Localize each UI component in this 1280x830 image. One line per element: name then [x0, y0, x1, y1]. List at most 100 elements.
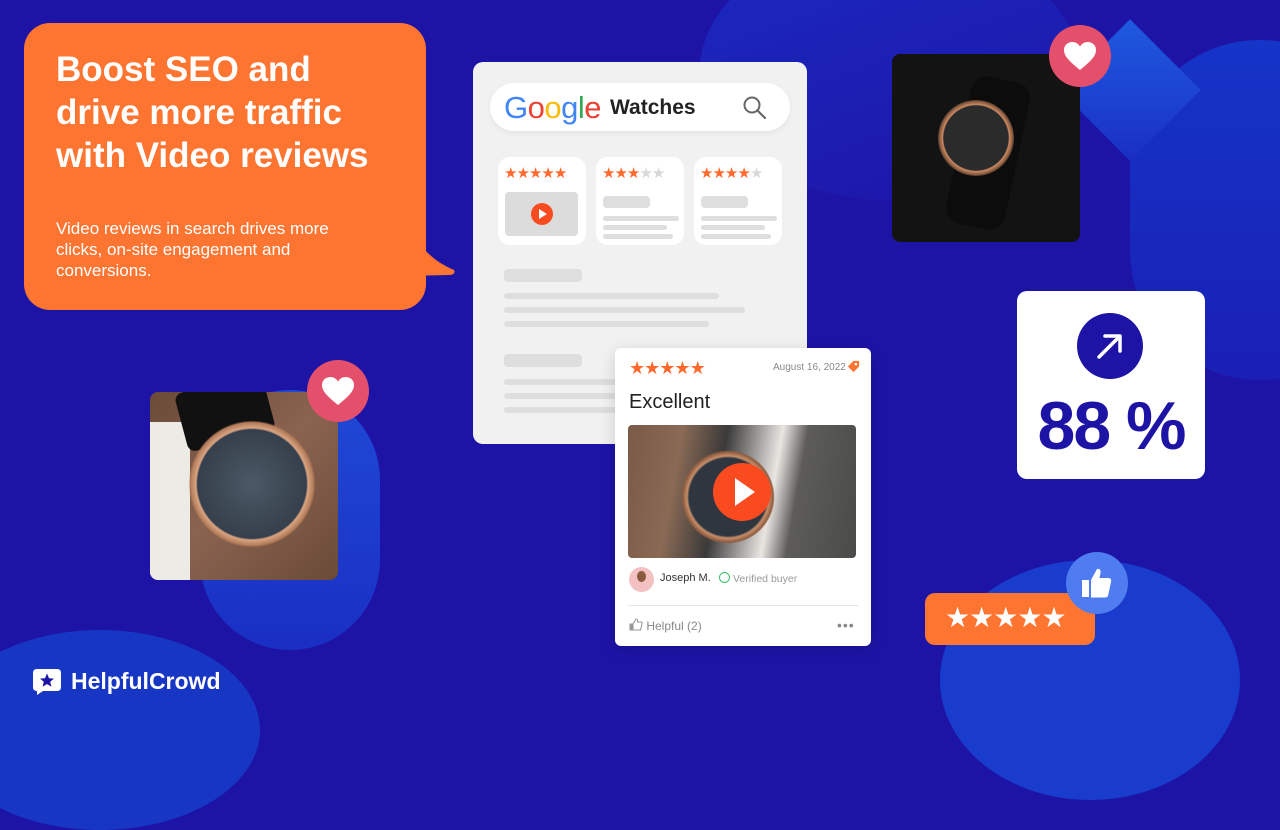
placeholder-bar — [603, 216, 679, 221]
star-empty-icon: ★ — [651, 165, 665, 182]
star-rating: ★★★★★ — [945, 601, 1067, 634]
hero-subtext: Video reviews in search drives more clic… — [56, 218, 386, 281]
product-image-wrist-watch — [150, 392, 338, 580]
star-filled-icon: ★ — [614, 165, 627, 182]
thumbs-up-badge — [1066, 552, 1128, 614]
search-icon[interactable] — [742, 95, 768, 121]
star-rating: ★★★★★ — [602, 164, 665, 182]
video-thumbnail[interactable] — [505, 192, 578, 236]
star-filled-icon: ★ — [516, 165, 529, 182]
star-chat-icon — [33, 668, 61, 695]
shirt-cuff — [150, 422, 190, 580]
placeholder-bar — [504, 393, 624, 399]
star-filled-icon: ★ — [1017, 602, 1042, 633]
placeholder-bar — [701, 196, 748, 208]
helpful-label: Helpful — [646, 619, 684, 633]
star-filled-icon: ★ — [541, 165, 554, 182]
placeholder-bar — [603, 225, 667, 230]
thumbs-up-icon — [1082, 568, 1112, 598]
subtext-line: clicks, on-site engagement and — [56, 240, 291, 259]
star-filled-icon: ★ — [674, 358, 690, 378]
more-options-button[interactable]: ••• — [837, 617, 855, 633]
watch-face — [938, 100, 1014, 176]
headline-line: Boost SEO and — [56, 50, 311, 89]
stat-value: 88 % — [1037, 388, 1187, 464]
rating-pill: ★★★★★ — [925, 593, 1095, 645]
placeholder-bar — [701, 225, 765, 230]
star-filled-icon: ★ — [969, 602, 994, 633]
star-filled-icon: ★ — [504, 165, 517, 182]
placeholder-bar — [603, 196, 650, 208]
star-filled-icon: ★ — [1041, 602, 1066, 633]
heart-icon — [1064, 42, 1096, 70]
brand-logo[interactable]: HelpfulCrowd — [33, 668, 221, 695]
search-query: Watches — [610, 96, 696, 119]
placeholder-bar — [603, 234, 673, 239]
speech-bubble-tail — [400, 200, 455, 276]
google-logo-letter: e — [584, 90, 602, 125]
watch-face — [188, 420, 316, 548]
star-empty-icon: ★ — [639, 165, 652, 182]
star-filled-icon: ★ — [602, 165, 615, 182]
bg-blob — [0, 630, 260, 830]
star-filled-icon: ★ — [553, 165, 567, 182]
star-filled-icon: ★ — [629, 358, 645, 378]
google-logo-letter: G — [504, 90, 528, 125]
review-star-rating: ★★★★★ — [629, 358, 706, 379]
review-date: August 16, 2022 — [773, 362, 846, 373]
search-result-card[interactable]: ★★★★★ — [498, 157, 586, 245]
tag-icon — [847, 360, 860, 373]
google-logo-letter: o — [527, 90, 545, 125]
star-filled-icon: ★ — [659, 358, 675, 378]
subtext-line: Video reviews in search drives more — [56, 219, 329, 238]
helpful-button[interactable]: Helpful (2) — [629, 618, 702, 633]
play-button[interactable] — [713, 463, 771, 521]
subtext-line: conversions. — [56, 261, 152, 280]
placeholder-bar — [504, 407, 624, 413]
star-rating: ★★★★★ — [504, 164, 567, 182]
headline-line: with Video reviews — [56, 136, 369, 175]
star-filled-icon: ★ — [724, 165, 738, 182]
google-search-bar[interactable]: Google Watches — [490, 83, 790, 131]
star-filled-icon: ★ — [528, 165, 542, 182]
placeholder-bar — [504, 379, 624, 385]
arrow-up-right-icon — [1077, 313, 1143, 379]
review-card: ★★★★★ August 16, 2022 Excellent Joseph M… — [615, 348, 871, 646]
review-video[interactable] — [628, 425, 856, 558]
heart-badge — [307, 360, 369, 422]
product-image-watch — [892, 54, 1080, 242]
thumbs-up-icon — [629, 618, 643, 631]
helpful-count: (2) — [687, 619, 702, 633]
placeholder-bar — [504, 307, 745, 313]
star-filled-icon: ★ — [712, 165, 725, 182]
heart-icon — [322, 377, 354, 405]
check-circle-icon — [719, 572, 730, 583]
star-filled-icon: ★ — [689, 358, 706, 378]
placeholder-bar — [504, 321, 709, 327]
headline-line: drive more traffic — [56, 93, 342, 132]
reviewer-name: Joseph M. — [660, 572, 711, 584]
placeholder-bar — [504, 293, 719, 299]
search-result-card[interactable]: ★★★★★ — [694, 157, 782, 245]
search-result-card[interactable]: ★★★★★ — [596, 157, 684, 245]
placeholder-bar — [701, 216, 777, 221]
play-icon — [531, 203, 553, 225]
google-logo-letter: o — [544, 90, 562, 125]
review-title: Excellent — [629, 391, 711, 413]
brand-name: HelpfulCrowd — [71, 668, 221, 694]
google-logo-letter: g — [561, 90, 578, 125]
placeholder-bar — [504, 354, 582, 367]
star-empty-icon: ★ — [749, 165, 763, 182]
star-filled-icon: ★ — [945, 602, 970, 633]
hero-headline: Boost SEO and drive more traffic with Vi… — [56, 48, 416, 177]
verified-label: Verified buyer — [733, 573, 798, 585]
avatar — [629, 567, 654, 592]
placeholder-bar — [701, 234, 771, 239]
star-rating: ★★★★★ — [700, 164, 763, 182]
heart-badge — [1049, 25, 1111, 87]
google-logo: Google — [504, 90, 602, 126]
divider — [628, 605, 858, 606]
star-filled-icon: ★ — [644, 358, 660, 378]
star-filled-icon: ★ — [737, 165, 750, 182]
placeholder-bar — [504, 269, 582, 282]
